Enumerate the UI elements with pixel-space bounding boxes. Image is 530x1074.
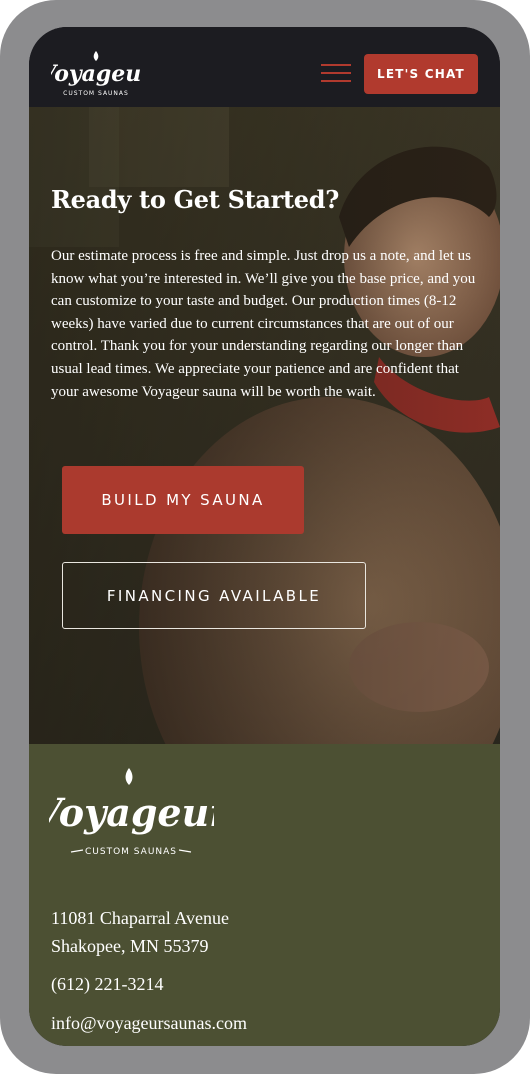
email-link[interactable]: info@voyageursaunas.com xyxy=(51,1009,247,1037)
hamburger-menu-icon[interactable] xyxy=(321,61,351,85)
voyageur-logo: Voyageur CUSTOM SAUNAS xyxy=(51,51,141,97)
financing-available-button[interactable]: FINANCING AVAILABLE xyxy=(62,562,366,629)
svg-text:Voyageur: Voyageur xyxy=(51,61,141,87)
svg-text:CUSTOM SAUNAS: CUSTOM SAUNAS xyxy=(63,90,129,97)
svg-text:Voyageur: Voyageur xyxy=(49,790,214,835)
site-header: Voyageur CUSTOM SAUNAS LET'S CHAT xyxy=(29,27,500,107)
build-my-sauna-button[interactable]: BUILD MY SAUNA xyxy=(62,466,304,534)
voyageur-footer-logo: Voyageur CUSTOM SAUNAS xyxy=(49,768,214,857)
site-footer: Voyageur CUSTOM SAUNAS 11081 Chaparral A… xyxy=(29,744,500,1046)
address: 11081 Chaparral Avenue Shakopee, MN 5537… xyxy=(51,904,229,960)
hero-section: Ready to Get Started? Our estimate proce… xyxy=(29,107,500,744)
hero-description: Our estimate process is free and simple.… xyxy=(51,248,476,400)
lets-chat-button[interactable]: LET'S CHAT xyxy=(364,54,478,94)
phone-screen: Voyageur CUSTOM SAUNAS LET'S CHAT xyxy=(29,27,500,1046)
svg-text:CUSTOM SAUNAS: CUSTOM SAUNAS xyxy=(85,847,177,857)
address-line-1: 11081 Chaparral Avenue xyxy=(51,908,229,928)
phone-link[interactable]: (612) 221-3214 xyxy=(51,970,163,998)
hero-title: Ready to Get Started? xyxy=(51,185,340,214)
address-line-2: Shakopee, MN 55379 xyxy=(51,936,209,956)
device-frame: Voyageur CUSTOM SAUNAS LET'S CHAT xyxy=(0,0,530,1074)
